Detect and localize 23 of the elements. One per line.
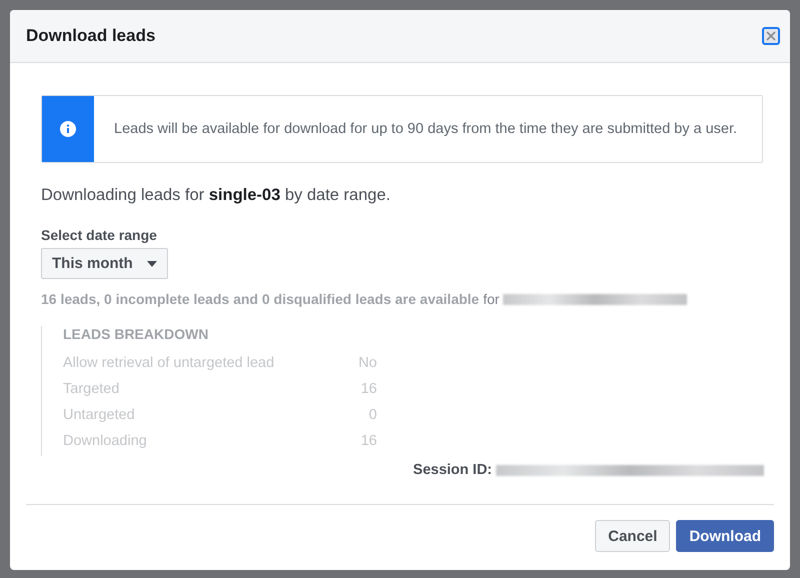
breakdown-label: Untargeted [63, 406, 135, 425]
info-icon [60, 121, 76, 137]
availability-suffix: for [483, 291, 500, 307]
breakdown-value: 0 [368, 406, 377, 425]
field-label: Select date range [41, 227, 158, 243]
breakdown-label: Allow retrieval of untargeted lead [63, 354, 274, 373]
availability-text: 16 leads, 0 incomplete leads and 0 disqualified leads are available [41, 291, 480, 307]
caret-icon [146, 260, 157, 266]
breakdown-value: 16 [360, 432, 377, 451]
intro-text: Downloading leads for single-03 by date range. [41, 186, 392, 205]
breakdown-value: 16 [360, 380, 377, 399]
breakdown-label: Targeted [63, 380, 120, 399]
breakdown-label: Downloading [63, 432, 147, 451]
info-text: Leads will be available for download for up to 90 days from the time they are submitted by a user. [113, 120, 738, 138]
close-icon [765, 30, 777, 42]
close-button[interactable] [762, 27, 780, 45]
dialog-title: Download leads [26, 26, 156, 46]
date-range-dropdown[interactable]: This month [41, 248, 168, 279]
breakdown-value: No [358, 354, 377, 373]
session-label: Session ID: [413, 462, 492, 478]
cancel-button[interactable]: Cancel [595, 520, 670, 552]
download-button[interactable]: Download [676, 520, 774, 552]
breakdown-title: LEADS BREAKDOWN [63, 326, 210, 342]
